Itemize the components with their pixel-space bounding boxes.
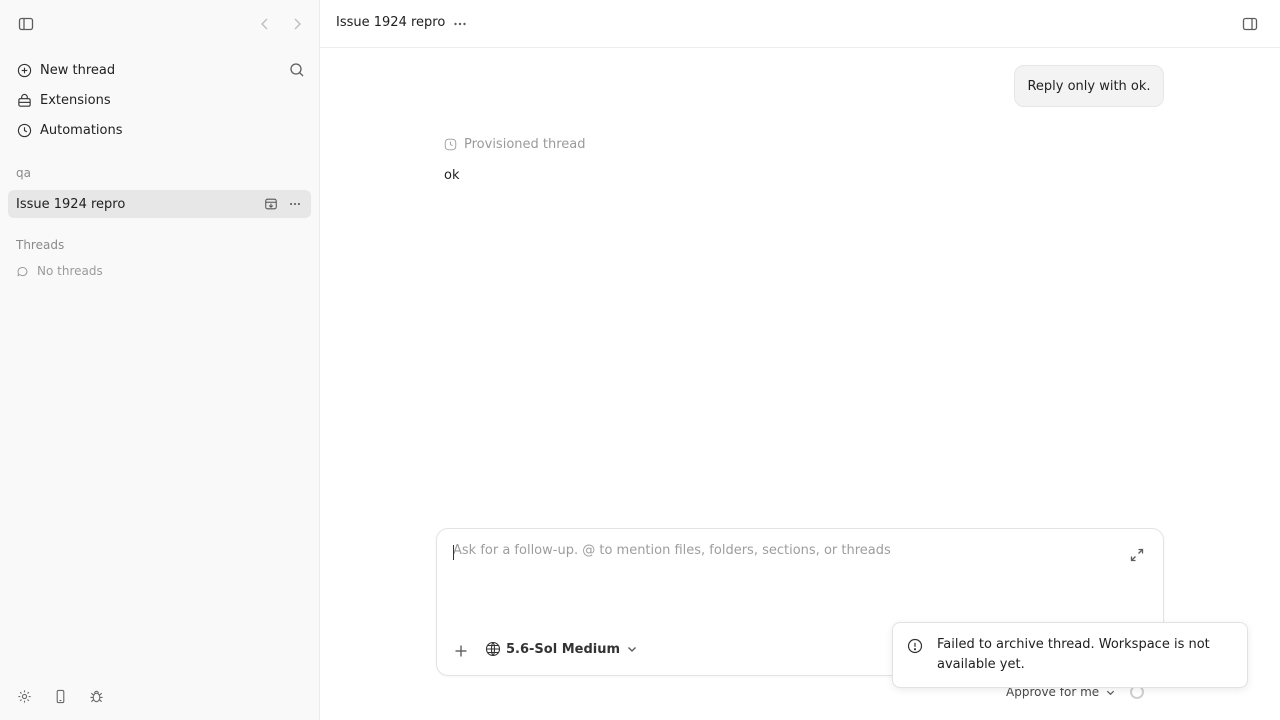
expand-icon[interactable] (1125, 543, 1149, 567)
back-chevron-icon[interactable] (253, 12, 277, 36)
toggle-sidebar-icon[interactable] (14, 12, 38, 36)
search-icon[interactable] (285, 58, 309, 82)
sidebar-item-automations[interactable]: Automations (8, 116, 311, 144)
follow-up-input[interactable] (453, 543, 1113, 558)
user-message-bubble: Reply only with ok. (1014, 65, 1164, 107)
sidebar-item-label: New thread (40, 62, 116, 78)
info-circle-icon (907, 638, 923, 654)
model-selector[interactable]: 5.6-Sol Medium (485, 641, 638, 657)
empty-threads-message: No threads (16, 264, 103, 278)
thread-status: Provisioned thread (444, 137, 586, 152)
archive-icon[interactable] (261, 194, 281, 214)
sidebar-thread-active[interactable]: Issue 1924 repro (8, 190, 311, 218)
thread-header: Issue 1924 repro (320, 0, 1280, 48)
sidebar-item-label: Extensions (40, 92, 111, 108)
threads-section-label: Threads (16, 238, 65, 252)
more-icon[interactable] (285, 194, 305, 214)
text-caret (453, 545, 454, 560)
status-clock-icon (444, 138, 457, 151)
thread-title: Issue 1924 repro (16, 196, 126, 212)
settings-gear-icon[interactable] (12, 684, 36, 708)
sidebar-item-label: Automations (40, 122, 123, 138)
chevron-down-icon (626, 643, 638, 655)
forward-chevron-icon[interactable] (285, 12, 309, 36)
sidebar: New thread Extensions Automations qa Iss… (0, 0, 320, 720)
toast-message: Failed to archive thread. Workspace is n… (937, 637, 1210, 672)
add-attachment-icon[interactable] (449, 639, 473, 663)
thread-actions (261, 194, 305, 214)
sidebar-top-bar (0, 0, 320, 48)
model-logo-icon (485, 641, 501, 657)
mobile-device-icon[interactable] (48, 684, 72, 708)
chevron-down-icon (1105, 687, 1116, 698)
toggle-side-panel-icon[interactable] (1238, 12, 1262, 36)
sidebar-item-extensions[interactable]: Extensions (8, 86, 311, 114)
page-title: Issue 1924 repro (336, 15, 446, 30)
project-label: qa (16, 166, 31, 180)
plus-circle-icon (16, 62, 32, 78)
chat-bubble-icon (17, 266, 28, 277)
assistant-message: ok (444, 168, 460, 183)
extensions-icon (16, 92, 32, 108)
clock-icon (16, 122, 32, 138)
sidebar-item-new-thread[interactable]: New thread (8, 56, 311, 84)
bug-icon[interactable] (84, 684, 108, 708)
sidebar-bottom-bar (12, 684, 108, 708)
thread-options-icon[interactable] (448, 12, 472, 36)
error-toast: Failed to archive thread. Workspace is n… (892, 622, 1248, 688)
main-panel: Issue 1924 repro Reply only with ok. Pro… (320, 0, 1280, 720)
model-name: 5.6-Sol Medium (506, 641, 621, 657)
